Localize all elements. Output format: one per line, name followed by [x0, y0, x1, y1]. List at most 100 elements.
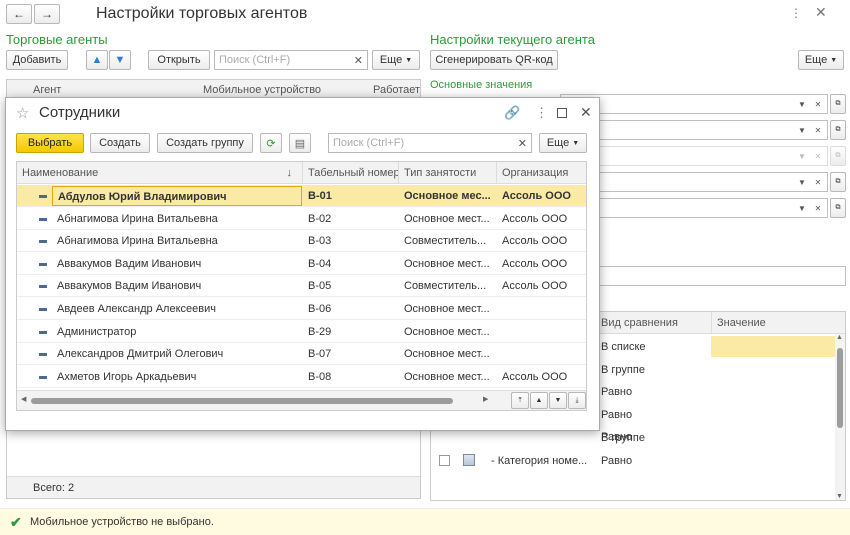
organization: Ассоль ООО — [502, 370, 568, 383]
employee-name: Абнагимова Ирина Витальевна — [57, 212, 218, 225]
col-value[interactable]: Значение — [717, 317, 766, 329]
col-organization[interactable]: Организация — [497, 162, 586, 184]
dialog-more-button[interactable]: Еще ▼ — [539, 133, 587, 153]
refresh-button[interactable]: ⟳ — [260, 133, 282, 153]
right-more-button[interactable]: Еще ▼ — [798, 50, 844, 70]
scroll-next-button[interactable]: ▼ — [549, 392, 567, 409]
open-field-3-button[interactable]: ⧉ — [830, 146, 846, 166]
status-bar: ✔ Мобильное устройство не выбрано. — [0, 508, 850, 535]
clear-icon[interactable]: ✕ — [811, 95, 825, 113]
col-name[interactable]: Наименование ↓ — [17, 162, 303, 184]
dropdown-icon[interactable]: ▼ — [795, 173, 809, 191]
move-down-button[interactable]: ▼ — [109, 50, 131, 70]
field-6[interactable] — [560, 266, 846, 286]
employee-name: Абдулов Юрий Владимирович — [52, 186, 302, 206]
employee-number: В-04 — [308, 257, 332, 270]
select-button[interactable]: Выбрать — [16, 133, 84, 153]
employee-icon — [39, 285, 47, 289]
title-bar: ← → Настройки торговых агентов ⋮ ✕ — [0, 0, 850, 28]
horizontal-scrollbar[interactable]: ◀ ▶ ⤒ ▲ ▼ ⤓ — [17, 390, 586, 410]
create-group-button[interactable]: Создать группу — [157, 133, 253, 153]
sort-down-icon: ↓ — [286, 167, 293, 179]
clear-icon[interactable]: ✕ — [518, 137, 527, 150]
close-icon[interactable]: ✕ — [580, 104, 592, 121]
list-view-button[interactable]: ▤ — [289, 133, 311, 153]
table-row[interactable]: Абнагимова Ирина Витальевна В-03 Совместит… — [17, 230, 586, 253]
left-search-input[interactable]: Поиск (Ctrl+F) ✕ — [214, 50, 368, 70]
create-button[interactable]: Создать — [90, 133, 150, 153]
open-field-4-button[interactable]: ⧉ — [830, 172, 846, 192]
favorite-star-icon[interactable]: ☆ — [16, 104, 29, 122]
generate-qr-button[interactable]: Сгенерировать QR-код — [430, 50, 558, 70]
open-button[interactable]: Открыть — [148, 50, 210, 70]
employee-icon — [39, 375, 47, 379]
clear-icon[interactable]: ✕ — [811, 199, 825, 217]
back-button[interactable]: ← — [6, 4, 32, 24]
table-row[interactable]: Абдулов Юрий Владимирович В-01 Основное ме… — [17, 185, 586, 207]
organization — [497, 321, 586, 343]
scroll-last-button[interactable]: ⤓ — [568, 392, 586, 409]
col-agent[interactable]: Агент — [33, 84, 61, 96]
field-1[interactable]: ▼ ✕ — [560, 94, 828, 114]
table-icon — [463, 454, 475, 466]
field-4[interactable]: ▼ ✕ — [560, 172, 828, 192]
col-mobile-device[interactable]: Мобильное устройство — [203, 84, 321, 96]
col-number[interactable]: Табельный номер — [303, 162, 399, 184]
scroll-right-icon[interactable]: ▶ — [483, 395, 488, 403]
scroll-first-button[interactable]: ⤒ — [511, 392, 529, 409]
dropdown-icon[interactable]: ▼ — [795, 147, 809, 165]
maximize-icon[interactable] — [557, 108, 567, 118]
forward-button[interactable]: → — [34, 4, 60, 24]
dropdown-icon[interactable]: ▼ — [795, 199, 809, 217]
scroll-prev-button[interactable]: ▲ — [530, 392, 548, 409]
open-icon: ⧉ — [835, 100, 841, 107]
scroll-thumb[interactable] — [837, 348, 843, 428]
field-3[interactable]: ▼ ✕ — [560, 146, 828, 166]
clear-icon[interactable]: ✕ — [811, 147, 825, 165]
table-row[interactable]: Аввакумов Вадим Иванович В-05 Совместитель… — [17, 275, 586, 298]
organization — [497, 343, 586, 365]
open-field-2-button[interactable]: ⧉ — [830, 120, 846, 140]
dropdown-icon: ▼ — [830, 56, 838, 64]
open-icon: ⧉ — [835, 152, 841, 159]
table-row[interactable]: Александров Дмитрий Олегович В-07 Основное… — [17, 343, 586, 366]
link-icon[interactable]: 🔗 — [504, 105, 520, 121]
employee-name: Аввакумов Вадим Иванович — [57, 257, 202, 270]
table-row[interactable]: Абнагимова Ирина Витальевна В-02 Основное … — [17, 208, 586, 230]
vertical-scrollbar[interactable]: ▲ ▼ — [835, 334, 845, 500]
table-row[interactable]: Авдеев Александр Алексеевич В-06 Основное … — [17, 298, 586, 320]
row-checkbox[interactable] — [439, 455, 450, 466]
add-button[interactable]: Добавить — [6, 50, 68, 70]
col-works[interactable]: Работает — [373, 84, 420, 96]
col-compare[interactable]: Вид сравнения — [601, 317, 678, 329]
clear-icon[interactable]: ✕ — [354, 54, 363, 67]
clear-icon[interactable]: ✕ — [811, 173, 825, 191]
field-name: - Категория номе... — [491, 455, 588, 467]
filter-row[interactable]: - Категория номе... Равно — [431, 450, 835, 472]
table-row[interactable]: Ахметов Игорь Аркадьевич В-08 Основное мес… — [17, 366, 586, 388]
field-2[interactable]: ▼ ✕ — [560, 120, 828, 140]
scroll-thumb[interactable] — [31, 398, 453, 404]
organization: Ассоль ООО — [502, 190, 571, 202]
table-row[interactable]: Аввакумов Вадим Иванович В-04 Основное мес… — [17, 253, 586, 275]
dropdown-icon[interactable]: ▼ — [795, 121, 809, 139]
field-5[interactable]: ▼ ✕ — [560, 198, 828, 218]
open-field-5-button[interactable]: ⧉ — [830, 198, 846, 218]
left-more-button[interactable]: Еще ▼ — [372, 50, 420, 70]
clear-icon[interactable]: ✕ — [811, 121, 825, 139]
window-menu-icon[interactable]: ⋮ — [790, 6, 802, 20]
scroll-left-icon[interactable]: ◀ — [21, 395, 26, 403]
dialog-search-input[interactable]: Поиск (Ctrl+F) ✕ — [328, 133, 532, 153]
dropdown-icon[interactable]: ▼ — [795, 95, 809, 113]
move-up-button[interactable]: ▲ — [86, 50, 108, 70]
open-field-1-button[interactable]: ⧉ — [830, 94, 846, 114]
table-row[interactable]: Администратор В-29 Основное мест... — [17, 321, 586, 343]
menu-icon[interactable]: ⋮ — [535, 105, 548, 121]
close-icon[interactable]: ✕ — [815, 4, 827, 21]
open-icon: ⧉ — [835, 126, 841, 133]
list-icon: ▤ — [294, 137, 306, 150]
compare-value: Равно — [601, 386, 633, 398]
col-employment-type[interactable]: Тип занятости — [399, 162, 497, 184]
scroll-down-icon[interactable]: ▼ — [836, 493, 843, 500]
scroll-up-icon[interactable]: ▲ — [836, 334, 843, 341]
